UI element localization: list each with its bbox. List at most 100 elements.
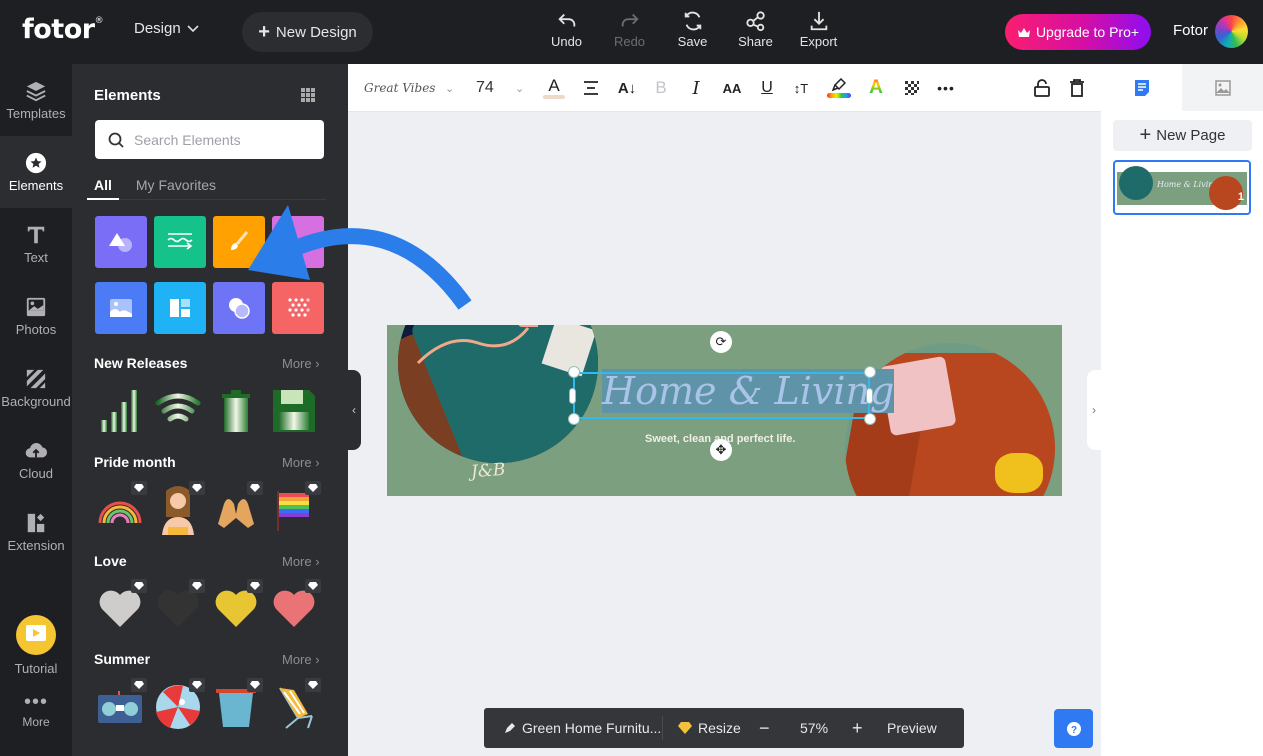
search-elements-input[interactable] — [134, 131, 304, 148]
share-button[interactable]: Share — [724, 10, 787, 49]
text-effect-button[interactable]: A — [865, 76, 887, 100]
background-icon — [26, 369, 46, 388]
element-yellow-heart[interactable] — [211, 579, 263, 633]
undo-button[interactable]: Undo — [535, 10, 598, 49]
delete-button[interactable] — [1066, 76, 1088, 100]
fotor-logo[interactable]: fotor® — [22, 14, 104, 45]
category-masks[interactable] — [213, 282, 265, 334]
file-name-button[interactable]: Green Home Furnitu... — [504, 708, 661, 748]
resize-handle-bottom-right[interactable] — [864, 413, 876, 425]
element-boombox[interactable] — [95, 678, 147, 732]
element-signal-bars[interactable] — [95, 386, 145, 436]
help-button[interactable]: ? — [1054, 709, 1093, 748]
collapse-panel-button[interactable]: ‹ — [347, 370, 361, 450]
category-lines[interactable] — [154, 216, 206, 268]
page-thumbnail[interactable]: Home & Living 1 — [1113, 160, 1251, 215]
align-icon — [584, 81, 598, 95]
move-handle[interactable]: ✥ — [710, 439, 732, 461]
user-avatar[interactable] — [1215, 15, 1248, 48]
black-heart-icon — [157, 590, 199, 627]
category-frames[interactable] — [154, 282, 206, 334]
category-shapes[interactable] — [95, 216, 147, 268]
element-beach-ball[interactable] — [153, 678, 205, 732]
element-floppy-disk[interactable] — [269, 386, 319, 436]
element-pride-flag[interactable] — [269, 481, 321, 535]
more-summer-link[interactable]: More › — [282, 652, 320, 667]
save-button[interactable]: Save — [661, 10, 724, 49]
expand-right-panel-button[interactable]: › — [1087, 370, 1101, 450]
resize-handle-top-right[interactable] — [864, 366, 876, 378]
nav-background[interactable]: Background — [0, 352, 72, 424]
italic-button[interactable]: I — [685, 76, 707, 100]
more-new-releases-link[interactable]: More › — [282, 356, 320, 371]
export-button[interactable]: Export — [787, 10, 850, 49]
bold-button[interactable]: B — [650, 76, 672, 100]
more-options-button[interactable]: ••• — [935, 76, 957, 100]
element-white-heart[interactable] — [95, 579, 147, 633]
underline-button[interactable]: U — [756, 76, 778, 100]
highlight-button[interactable] — [827, 76, 851, 100]
element-pink-heart[interactable] — [269, 579, 321, 633]
tab-pages[interactable] — [1101, 64, 1182, 111]
design-menu[interactable]: Design — [134, 20, 199, 37]
font-size-select[interactable]: 74 — [476, 76, 494, 100]
font-family-chevron-icon[interactable]: ⌄ — [445, 76, 454, 100]
more-pride-month-link[interactable]: More › — [282, 455, 320, 470]
nav-more[interactable]: ••• More — [0, 684, 72, 740]
element-bucket[interactable] — [211, 678, 263, 732]
resize-handle-left[interactable] — [569, 388, 576, 404]
line-height-button[interactable]: ↕T — [790, 76, 812, 100]
nav-tutorial[interactable]: Tutorial — [0, 600, 72, 690]
nav-templates[interactable]: Templates — [0, 64, 72, 136]
user-name[interactable]: Fotor — [1173, 22, 1208, 39]
redo-button[interactable]: Redo — [598, 10, 661, 49]
transparency-button[interactable] — [902, 76, 922, 100]
category-illustrations[interactable] — [213, 216, 265, 268]
category-stickers[interactable] — [272, 216, 324, 268]
grid-view-icon[interactable] — [301, 88, 315, 102]
nav-label: More — [22, 715, 50, 729]
tab-my-favorites[interactable]: My Favorites — [136, 174, 216, 199]
nav-extension[interactable]: Extension — [0, 496, 72, 568]
element-black-heart[interactable] — [153, 579, 205, 633]
rotate-handle[interactable]: ⟳ — [710, 331, 732, 353]
more-love-link[interactable]: More › — [282, 554, 320, 569]
font-size-chevron-icon[interactable]: ⌄ — [515, 76, 524, 100]
upgrade-button[interactable]: Upgrade to Pro+ — [1005, 14, 1151, 50]
font-family-select[interactable]: Great Vibes — [364, 76, 435, 100]
new-design-button[interactable]: + New Design — [242, 12, 373, 52]
preview-label: Preview — [887, 720, 937, 736]
element-trash-can[interactable] — [211, 386, 261, 436]
element-heart-hands[interactable] — [211, 481, 263, 535]
text-spacing-button[interactable]: A↓ — [616, 76, 638, 100]
nav-elements[interactable]: Elements — [0, 136, 72, 208]
zoom-in-button[interactable]: + — [852, 708, 863, 748]
new-page-button[interactable]: + New Page — [1113, 120, 1252, 151]
tab-images[interactable] — [1182, 64, 1263, 111]
resize-handle-top-left[interactable] — [568, 366, 580, 378]
nav-text[interactable]: Text — [0, 208, 72, 280]
tab-all[interactable]: All — [87, 174, 119, 200]
zoom-level[interactable]: 57% — [800, 708, 828, 748]
resize-handle-right[interactable] — [866, 388, 873, 404]
undo-icon — [557, 13, 575, 27]
resize-button[interactable]: Resize — [678, 708, 741, 748]
nav-photos[interactable]: Photos — [0, 280, 72, 352]
element-beach-chair[interactable] — [269, 678, 321, 732]
align-button[interactable] — [580, 76, 602, 100]
text-color-button[interactable]: A — [542, 76, 566, 100]
section-title-pride-month: Pride month — [94, 454, 176, 470]
lock-button[interactable] — [1031, 76, 1053, 100]
element-rainbow[interactable] — [95, 481, 147, 535]
nav-cloud[interactable]: Cloud — [0, 424, 72, 496]
category-photos[interactable] — [95, 282, 147, 334]
zoom-out-button[interactable]: − — [759, 708, 770, 748]
resize-handle-bottom-left[interactable] — [568, 413, 580, 425]
save-icon — [684, 11, 701, 31]
element-wifi[interactable] — [153, 386, 203, 436]
category-patterns[interactable] — [272, 282, 324, 334]
element-woman[interactable] — [153, 481, 205, 535]
uppercase-button[interactable]: AA — [721, 76, 743, 100]
monogram-text[interactable]: J&B — [470, 460, 506, 482]
preview-button[interactable]: Preview — [887, 708, 937, 748]
